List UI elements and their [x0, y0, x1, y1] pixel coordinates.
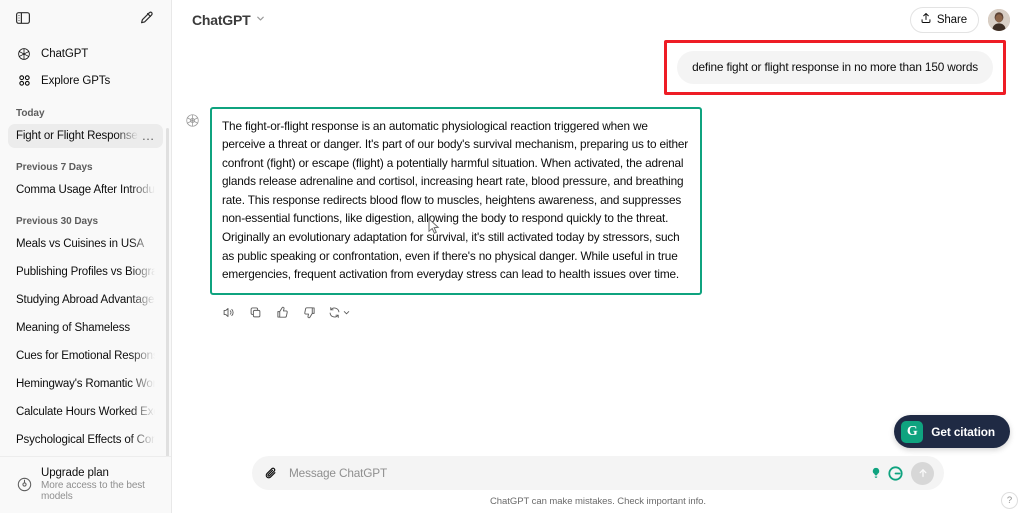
sidebar-chat-title: Meaning of Shameless	[16, 322, 130, 334]
sidebar-chat-title: Fight or Flight Response	[16, 130, 138, 142]
upgrade-text-wrap: Upgrade plan More access to the best mod…	[41, 467, 156, 502]
sidebar-chat-item[interactable]: Meals vs Cuisines in USA	[8, 232, 163, 256]
composer-area: Message ChatGPT ChatGPT can make mistake…	[172, 456, 1024, 513]
sidebar-chat-item[interactable]: Hemingway's Romantic Works	[8, 372, 163, 396]
composer-disclaimer: ChatGPT can make mistakes. Check importa…	[489, 496, 706, 507]
sidebar-section-title-today: Today	[16, 108, 45, 119]
sidebar-chat-item[interactable]: Cues for Emotional Responses	[8, 344, 163, 368]
sidebar-toggle-icon[interactable]	[10, 5, 36, 31]
sidebar-chat-item[interactable]: Psychological Effects of Compati	[8, 428, 163, 452]
sidebar-chat-item[interactable]: Comma Usage After Introductory	[8, 178, 163, 202]
upgrade-plan-title: Upgrade plan	[41, 467, 109, 479]
sidebar-footer: Upgrade plan More access to the best mod…	[0, 456, 171, 513]
grammarly-icon[interactable]	[887, 465, 904, 482]
assistant-message-row: The fight-or-flight response is an autom…	[172, 106, 1024, 295]
copy-icon[interactable]	[245, 303, 265, 323]
sidebar-chat-title: Studying Abroad Advantages Disc	[16, 294, 155, 306]
model-name: ChatGPT	[192, 12, 251, 28]
sidebar-item-label: ChatGPT	[41, 47, 89, 60]
lightbulb-icon[interactable]	[867, 465, 884, 482]
assistant-message-actions	[218, 303, 1024, 323]
get-citation-label: Get citation	[931, 424, 995, 439]
sidebar-chat-title: Comma Usage After Introductory	[16, 184, 155, 196]
sidebar-header	[0, 0, 171, 36]
upgrade-plan-button[interactable]: Upgrade plan More access to the best mod…	[8, 464, 164, 505]
sidebar-chat-item-fight-or-flight-response[interactable]: Fight or Flight Response …	[8, 124, 163, 148]
top-bar-right: Share	[909, 7, 1010, 33]
sidebar-chat-item[interactable]: Studying Abroad Advantages Disc	[8, 288, 163, 312]
chevron-down-icon	[255, 11, 266, 29]
sidebar-chat-item[interactable]: Calculate Hours Worked Excel	[8, 400, 163, 424]
sidebar-chat-title: Hemingway's Romantic Works	[16, 378, 155, 390]
sidebar-chat-title: Cues for Emotional Responses	[16, 350, 155, 362]
get-citation-button[interactable]: G Get citation	[894, 415, 1010, 448]
chat-options-ellipsis-icon[interactable]: …	[138, 129, 156, 142]
send-button[interactable]	[911, 461, 934, 485]
sidebar-chat-item[interactable]: Publishing Profiles vs Biographies	[8, 260, 163, 284]
composer-right-icons	[867, 461, 934, 485]
user-message-bubble[interactable]: define fight or flight response in no mo…	[677, 51, 993, 84]
help-button[interactable]: ?	[1001, 492, 1018, 509]
assistant-message-text: The fight-or-flight response is an autom…	[222, 118, 689, 282]
user-message-row: define fight or flight response in no mo…	[172, 40, 1024, 95]
sidebar-item-label: Explore GPTs	[41, 74, 111, 87]
upgrade-plan-subtitle: More access to the best models	[41, 480, 145, 502]
openai-logo-icon	[16, 46, 32, 62]
paperclip-icon[interactable]	[264, 466, 279, 481]
sidebar-section-title-previous-7-days: Previous 7 Days	[16, 162, 93, 173]
sidebar-chat-list-previous-30-days: Meals vs Cuisines in USA Publishing Prof…	[0, 232, 171, 480]
assistant-message-highlight-box: The fight-or-flight response is an autom…	[210, 106, 702, 295]
sidebar-chat-title: Psychological Effects of Compati	[16, 434, 155, 446]
sidebar-item-chatgpt[interactable]: ChatGPT	[8, 40, 163, 67]
thumbs-down-icon[interactable]	[299, 303, 319, 323]
sidebar-chat-list-today: Fight or Flight Response …	[0, 124, 171, 148]
sidebar-chat-title: Meals vs Cuisines in USA	[16, 238, 145, 250]
user-message-highlight-box: define fight or flight response in no mo…	[664, 40, 1006, 95]
sidebar-scrollbar[interactable]	[166, 128, 169, 468]
grid-dots-icon	[16, 73, 32, 89]
chatgpt-app-window: ChatGPT Explore GPTs Today Fight or Flig…	[0, 0, 1024, 513]
sidebar-item-explore-gpts[interactable]: Explore GPTs	[8, 67, 163, 94]
grammarly-g-icon: G	[901, 420, 924, 443]
upgrade-circle-icon	[16, 477, 32, 493]
model-selector[interactable]: ChatGPT	[186, 7, 274, 33]
sidebar: ChatGPT Explore GPTs Today Fight or Flig…	[0, 0, 172, 513]
share-button-label: Share	[936, 14, 967, 26]
sidebar-chat-list-previous-7-days: Comma Usage After Introductory	[0, 178, 171, 202]
share-button[interactable]: Share	[909, 7, 979, 33]
sidebar-chat-title: Calculate Hours Worked Excel	[16, 406, 155, 418]
sidebar-chat-title: Publishing Profiles vs Biographies	[16, 266, 155, 278]
sidebar-chat-item[interactable]: Meaning of Shameless	[8, 316, 163, 340]
avatar[interactable]	[988, 9, 1010, 31]
share-upload-icon	[920, 11, 932, 29]
read-aloud-icon[interactable]	[218, 303, 238, 323]
new-chat-pencil-icon[interactable]	[133, 5, 159, 31]
main-panel: ChatGPT Share define fight or flight res…	[172, 0, 1024, 513]
sidebar-section-title-previous-30-days: Previous 30 Days	[16, 216, 99, 227]
openai-logo-icon	[182, 111, 202, 131]
sidebar-nav: ChatGPT Explore GPTs	[0, 36, 171, 94]
message-composer[interactable]: Message ChatGPT	[252, 456, 944, 490]
top-bar: ChatGPT Share	[172, 0, 1024, 40]
thumbs-up-icon[interactable]	[272, 303, 292, 323]
message-input[interactable]: Message ChatGPT	[279, 466, 867, 480]
conversation: define fight or flight response in no mo…	[172, 40, 1024, 323]
regenerate-icon[interactable]	[326, 303, 353, 323]
